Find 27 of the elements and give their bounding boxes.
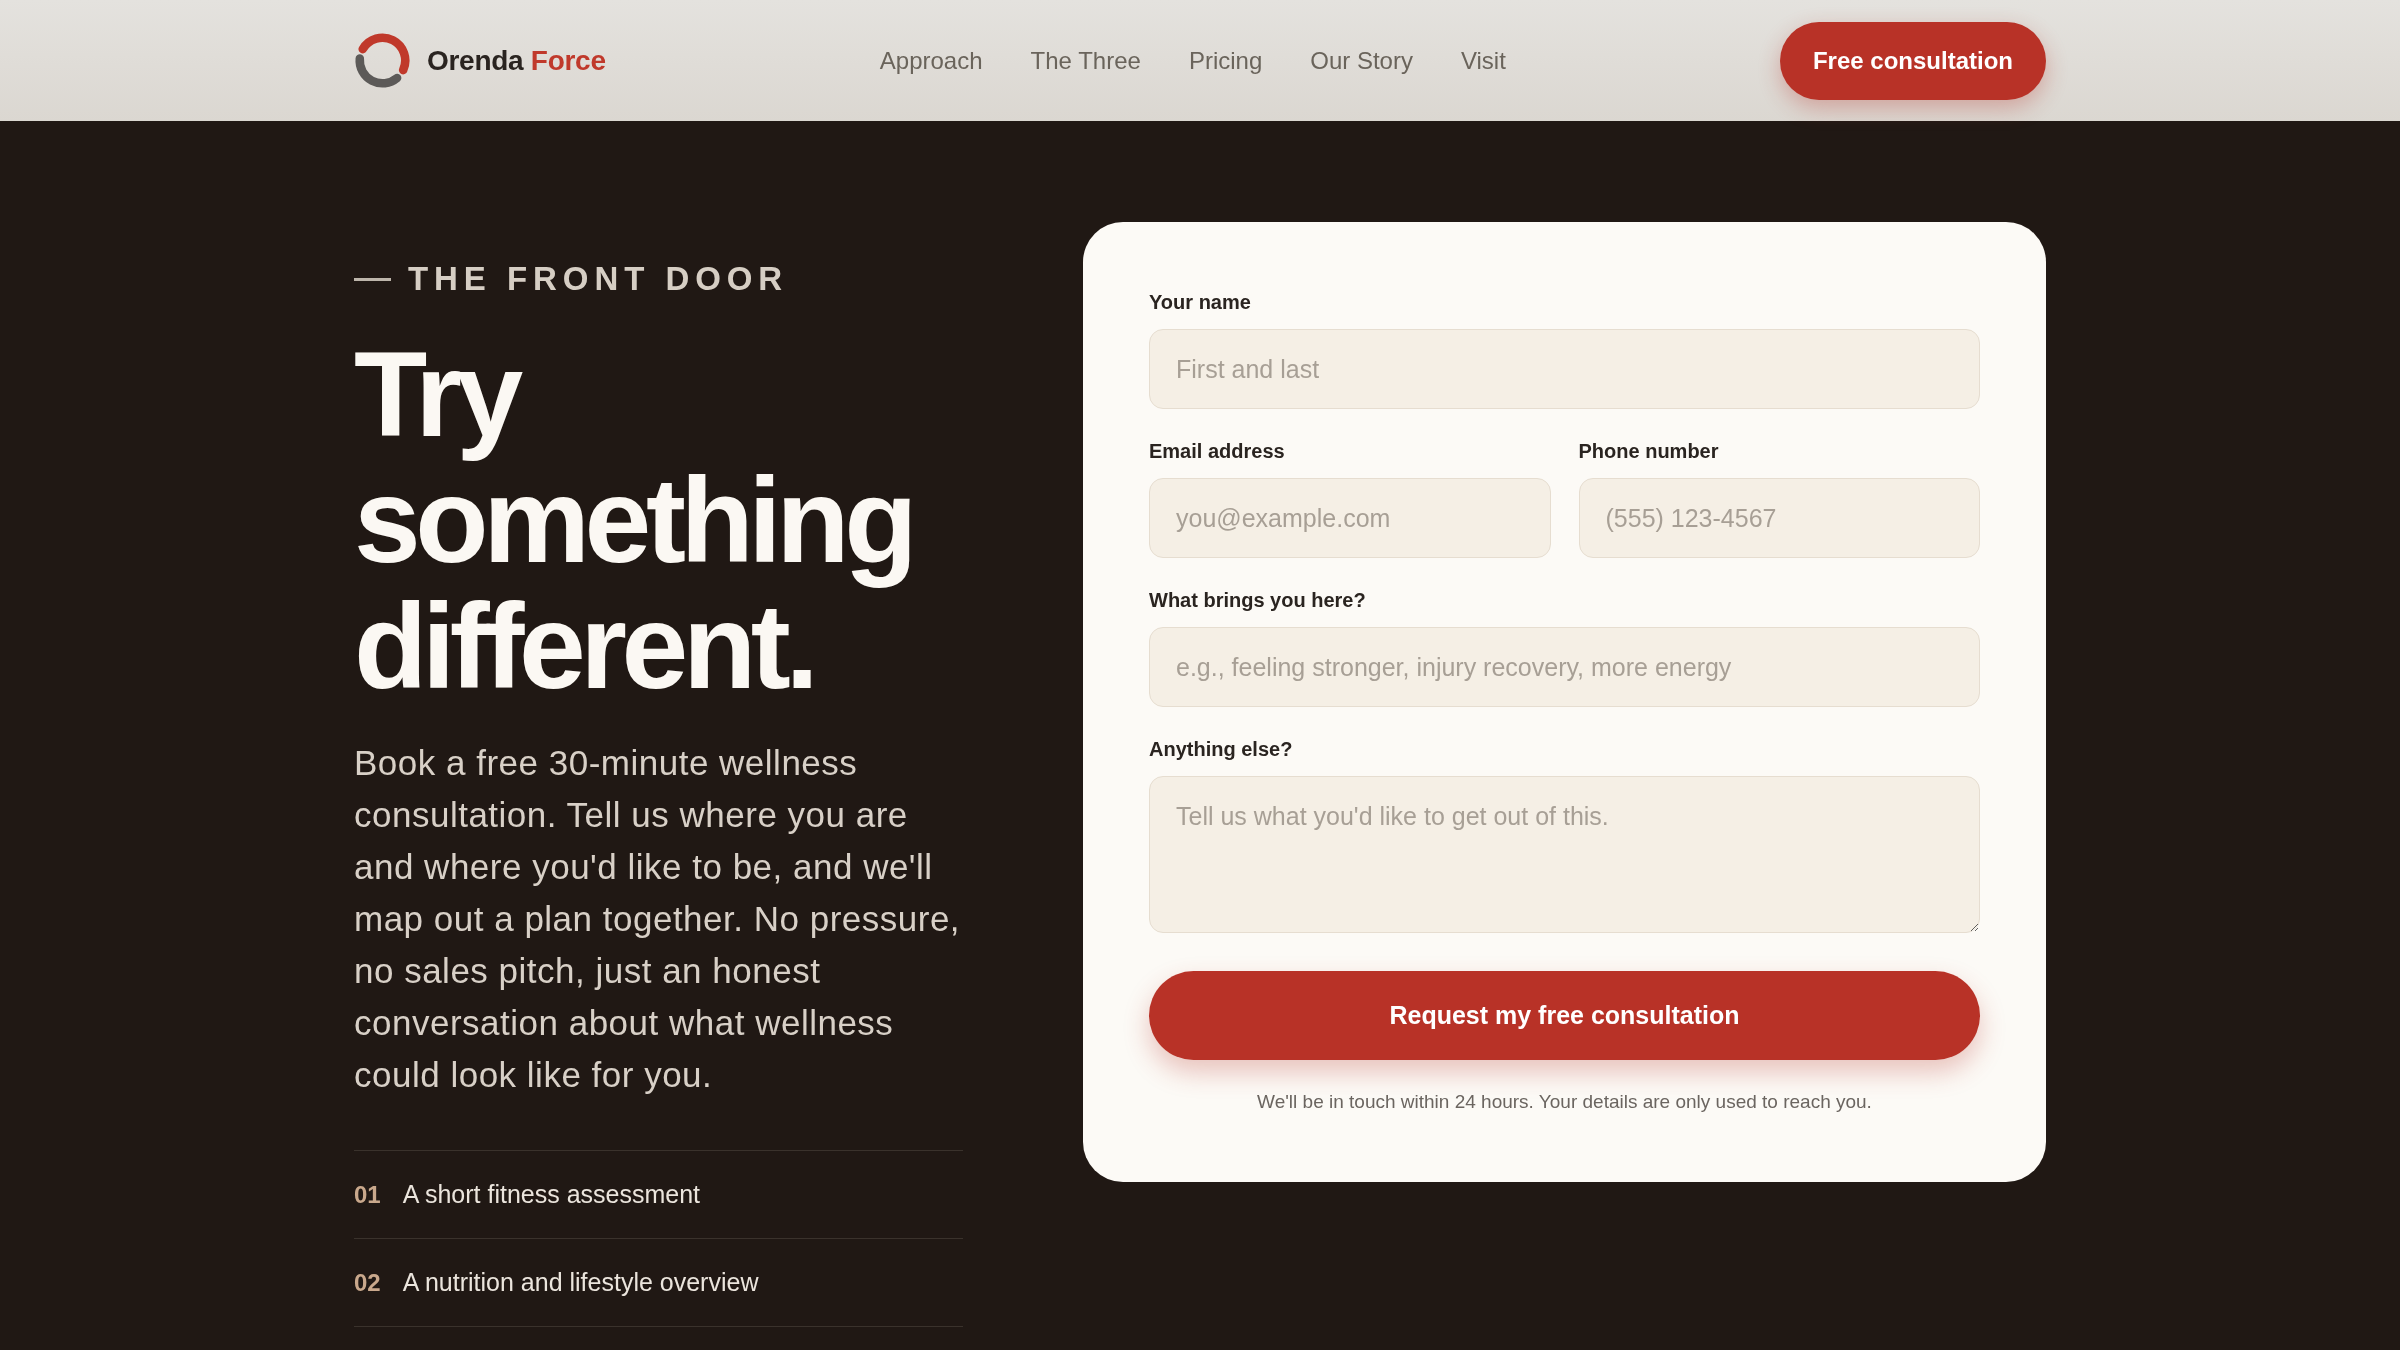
nav-link[interactable]: Visit <box>1460 46 1506 75</box>
step-text: A short fitness assessment <box>402 1180 701 1209</box>
consultation-button[interactable]: Free consultation <box>1779 21 2046 100</box>
message-field[interactable]: Tell us what you'd like to get out of this. <box>1149 776 1980 933</box>
step-text: A nutrition and lifestyle overview <box>402 1268 759 1297</box>
input-field[interactable]: e.g., feeling stronger, injury recovery, more energy <box>1149 627 1980 707</box>
logo-icon[interactable] <box>354 32 411 89</box>
brand-name[interactable]: Orenda Force <box>427 44 606 77</box>
intro-paragraph: Book a free 30-minute wellness consultation. Tell us where you are and where you'd like to be, and we'll map out a plan together. No pressure, no sales pitch, just an honest conversation about what wellness could look like for you. <box>354 742 962 1096</box>
input-field[interactable]: First and last <box>1149 329 1980 409</box>
nav-link[interactable]: Pricing <box>1188 46 1263 75</box>
field-label: Email address <box>1149 439 1286 464</box>
privacy-note: We'll be in touch within 24 hours. Your details are only used to reach you. <box>1256 1090 1873 1114</box>
field-label: What brings you here? <box>1149 588 1367 613</box>
input-field[interactable]: you@example.com <box>1149 478 1551 558</box>
nav-link[interactable]: Our Story <box>1310 46 1413 75</box>
field-label: Phone number <box>1578 439 1720 464</box>
step-number: 01 <box>354 1180 381 1209</box>
nav-link[interactable]: The Three <box>1030 46 1141 75</box>
eyebrow-text: THE FRONT DOOR <box>408 259 789 299</box>
submit-button[interactable]: Request my free consultation <box>1149 971 1980 1060</box>
step-number: 02 <box>354 1268 381 1297</box>
headline: Try something different. <box>354 331 914 709</box>
input-field[interactable]: (555) 123-4567 <box>1578 478 1980 558</box>
field-label: Your name <box>1149 290 1252 315</box>
field-label: Anything else? <box>1149 737 1294 762</box>
nav-link[interactable]: Approach <box>879 46 983 75</box>
